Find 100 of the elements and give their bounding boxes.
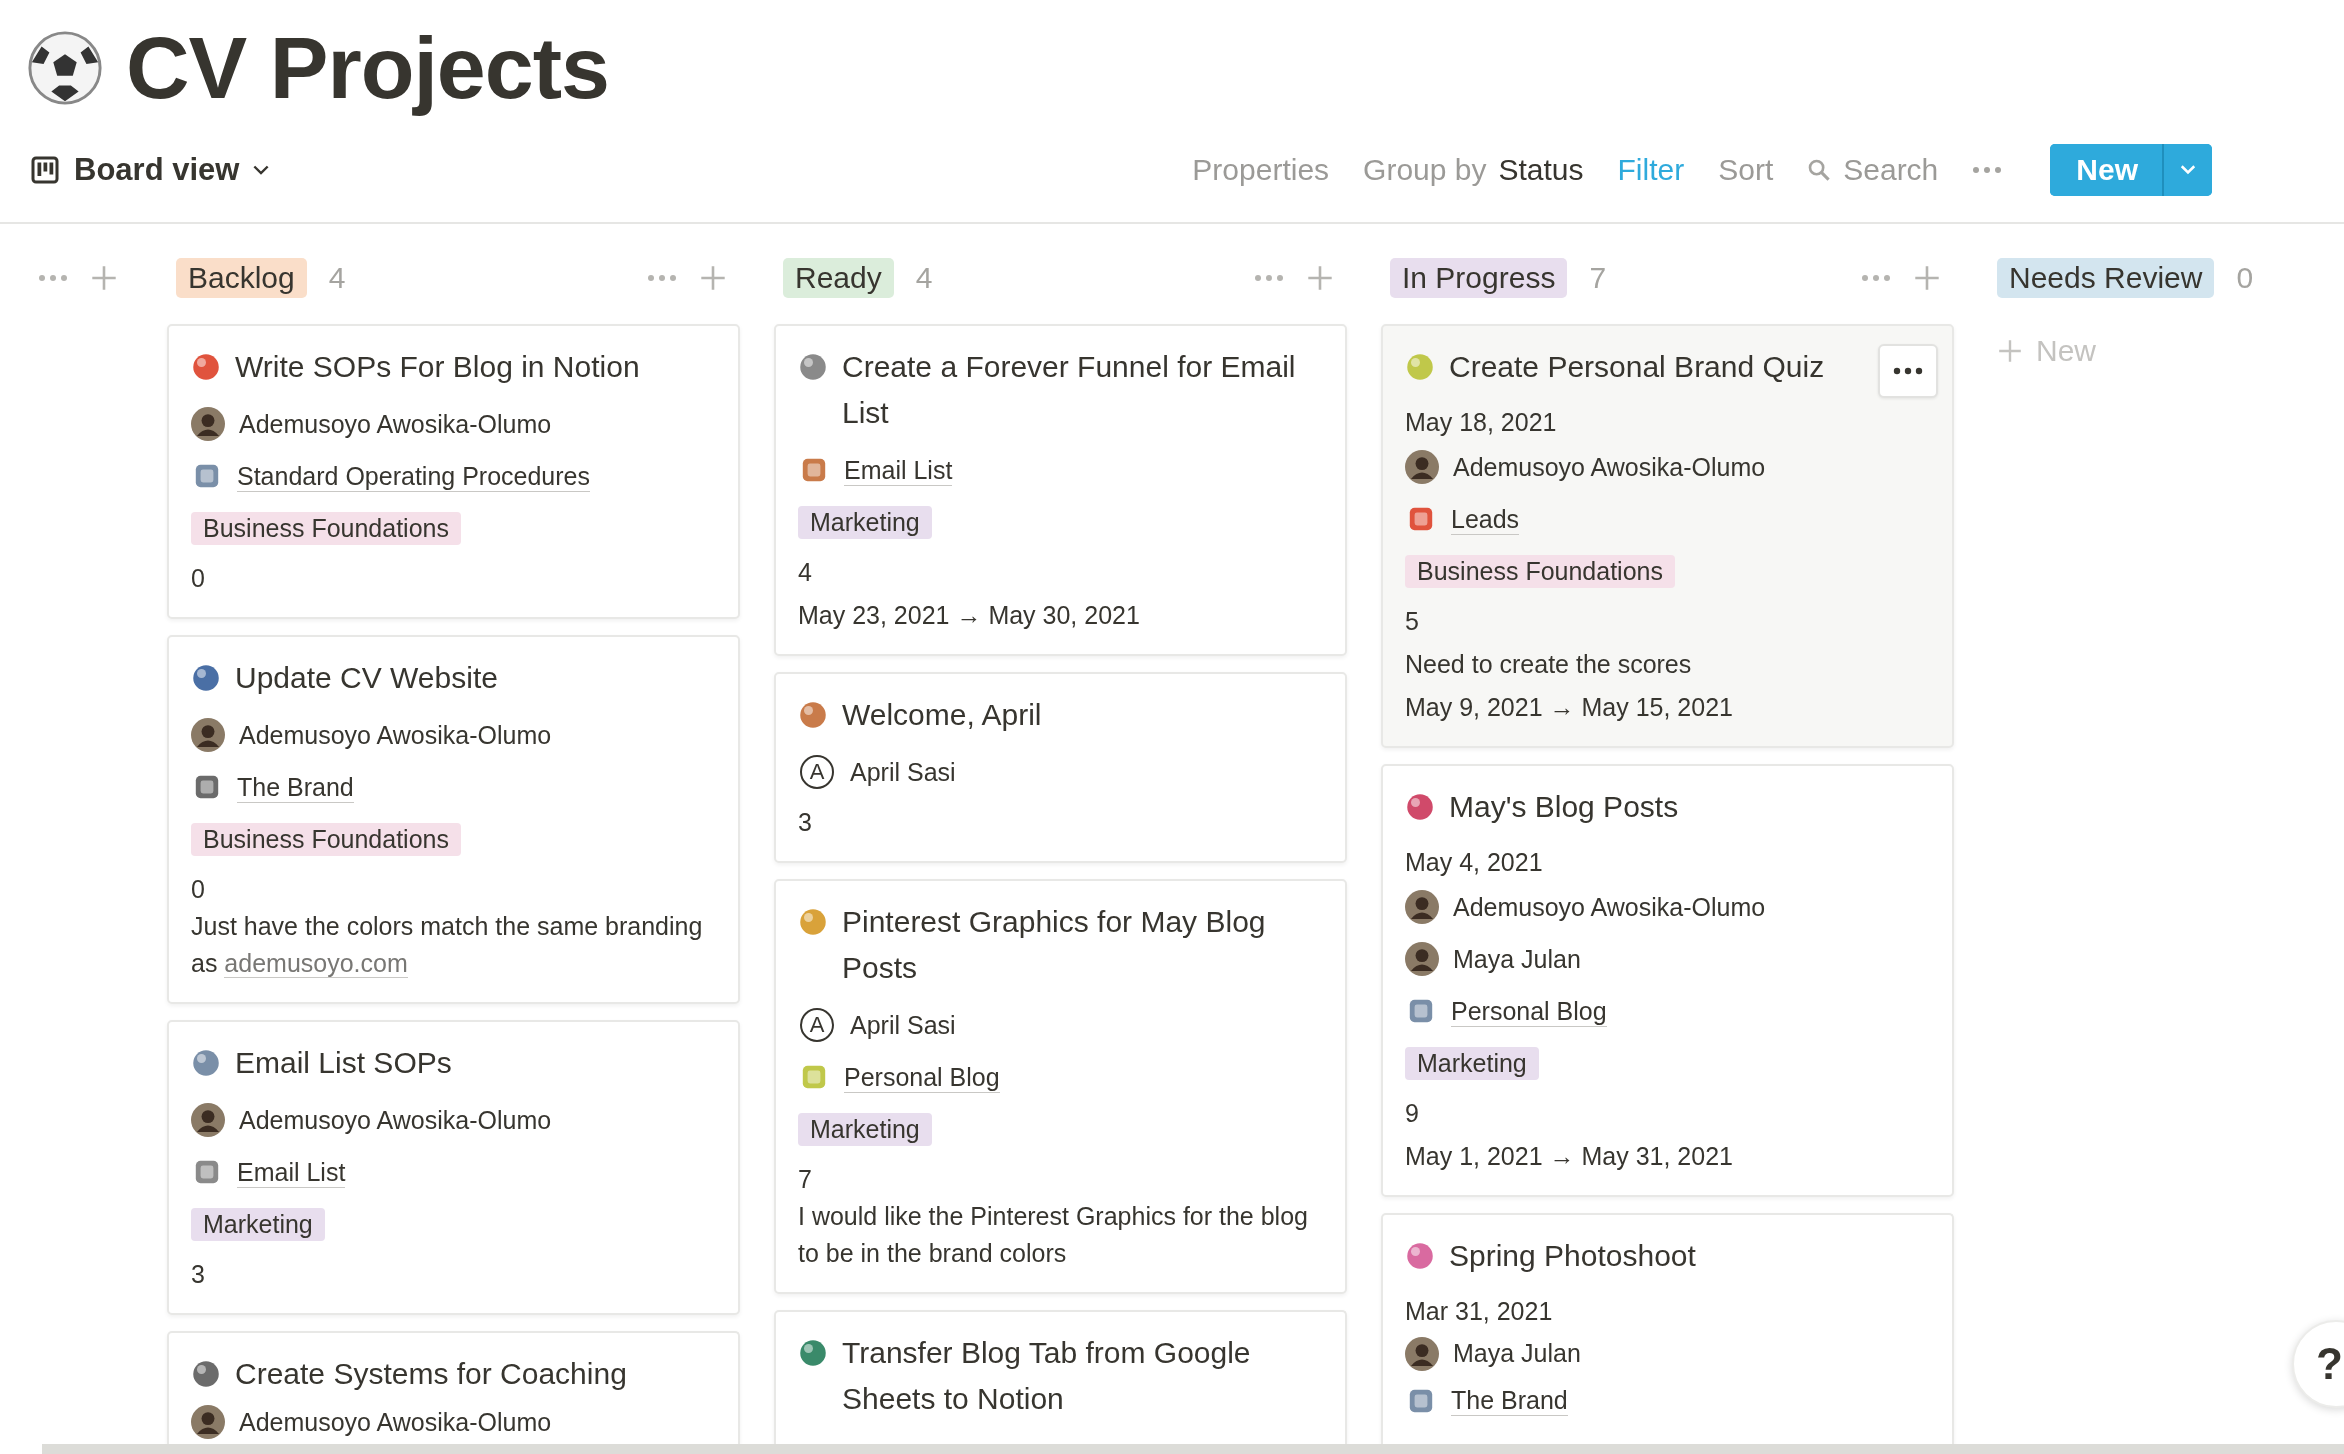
card-title: Transfer Blog Tab from Google Sheets to Notion — [842, 1335, 1252, 1417]
card-title: Create a Forever Funnel for Email List — [842, 349, 1297, 431]
card-count: 7 — [1589, 261, 1607, 295]
avatar-icon — [191, 718, 225, 752]
board-card[interactable]: Transfer Blog Tab from Google Sheets to Notion — [774, 1310, 1347, 1444]
new-options-button[interactable] — [2162, 144, 2212, 196]
more-icon[interactable] — [37, 274, 69, 282]
tag: Marketing — [1405, 1046, 1539, 1080]
relation-link[interactable]: Standard Operating Procedures — [237, 460, 590, 492]
person-name: Ademusoyo Awosika-Olumo — [239, 1105, 552, 1135]
card-count: 0 — [2236, 261, 2254, 295]
status-tag: Backlog — [176, 258, 307, 298]
more-icon[interactable] — [646, 274, 678, 282]
card-title: Spring Photoshoot — [1449, 1238, 1696, 1274]
board-card[interactable]: Email List SOPs Ademusoyo Awosika-Olumo Email List Marketing 3 — [167, 1020, 740, 1315]
relation-link[interactable]: Leads — [1451, 503, 1520, 535]
emoji-icon — [798, 700, 828, 730]
card-title: Welcome, April — [842, 697, 1042, 733]
person-name: Ademusoyo Awosika-Olumo — [239, 1407, 552, 1437]
property-value: 7 — [798, 1164, 813, 1195]
avatar-icon — [1405, 942, 1439, 976]
property-value: May 1, 2021 → May 31, 2021 — [1405, 1141, 1734, 1172]
avatar-initial: A — [800, 1008, 834, 1042]
avatar-icon — [191, 1405, 225, 1439]
card-title: Update CV Website — [235, 660, 498, 696]
property-value: 9 — [1405, 1098, 1420, 1129]
board-card[interactable]: Create a Forever Funnel for Email List Email List Marketing 4 May 23, 2021 → May 30, 2021 — [774, 324, 1347, 656]
help-button[interactable]: ? — [2292, 1320, 2344, 1408]
board-card[interactable]: Write SOPs For Blog in Notion Ademusoyo Awosika-Olumo Standard Operating Procedures Business Foundations 0 — [167, 324, 740, 619]
property-value: May 4, 2021 — [1405, 847, 1544, 878]
plus-icon[interactable] — [91, 265, 117, 291]
property-value: May 23, 2021 → May 30, 2021 — [798, 600, 1141, 631]
person-name: Maya Julan — [1453, 1339, 1581, 1368]
relation-link[interactable]: Personal Blog — [844, 1061, 1000, 1093]
person-name: April Sasi — [850, 757, 956, 787]
board-card[interactable]: Create Personal Brand Quiz May 18, 2021 Ademusoyo Awosika-Olumo Leads Business Foundations 5 Need to create the scores May 9, 2021 → May 15, 2021 — [1381, 324, 1954, 748]
relation-link[interactable]: The Brand — [237, 771, 354, 803]
plus-icon[interactable] — [1914, 265, 1940, 291]
avatar-icon — [1405, 450, 1439, 484]
property-value: 3 — [798, 807, 813, 838]
property-value: 5 — [1405, 606, 1420, 637]
person-name: Ademusoyo Awosika-Olumo — [1453, 892, 1766, 922]
more-icon[interactable] — [1253, 274, 1285, 282]
status-tag: In Progress — [1390, 258, 1568, 298]
avatar-icon — [191, 1103, 225, 1137]
card-menu-button[interactable] — [1878, 344, 1938, 398]
card-title: Email List SOPs — [235, 1045, 452, 1081]
relation-link[interactable]: Personal Blog — [1451, 995, 1607, 1027]
group-by-button[interactable]: Group by Status — [1363, 153, 1584, 187]
more-icon — [1893, 367, 1923, 375]
board-card[interactable]: Spring Photoshoot Mar 31, 2021 Maya Julan The Brand — [1381, 1213, 1954, 1444]
property-value: Need to create the scores — [1405, 649, 1693, 680]
person-name: Ademusoyo Awosika-Olumo — [239, 409, 552, 439]
card-title: May's Blog Posts — [1449, 789, 1679, 825]
emoji-icon — [798, 352, 828, 382]
board-card[interactable]: Update CV Website Ademusoyo Awosika-Olumo The Brand Business Foundations 0 Just have the colors match the same branding as ademusoyo.com — [167, 635, 740, 1004]
plus-icon — [1998, 339, 2022, 363]
scrollbar[interactable] — [42, 1444, 2344, 1454]
board-card[interactable]: May's Blog Posts May 4, 2021 Ademusoyo Awosika-Olumo Maya Julan Personal Blog Marketing 9 May 1, 2021 → May 31, 2021 — [1381, 764, 1954, 1197]
property-value: 0 — [191, 563, 206, 594]
tag: Marketing — [798, 1112, 932, 1146]
board-card[interactable]: Create Systems for Coaching Ademusoyo Awosika-Olumo — [167, 1331, 740, 1444]
board-card[interactable]: Pinterest Graphics for May Blog Posts A April Sasi Personal Blog Marketing 7 I would like the Pinterest Graphics for the blog to be in the brand colors — [774, 879, 1347, 1294]
soccer-ball-icon — [26, 29, 104, 107]
tag: Business Foundations — [1405, 554, 1675, 588]
card-note: Just have the colors match the same branding as ademusoyo.com — [191, 911, 704, 980]
avatar-initial: A — [800, 755, 834, 789]
card-title: Write SOPs For Blog in Notion — [235, 349, 640, 385]
status-tag: Needs Review — [1997, 258, 2215, 298]
avatar-icon — [1405, 1336, 1439, 1371]
website-link[interactable]: ademusoyo.com — [224, 949, 408, 978]
card-title: Create Systems for Coaching — [235, 1356, 627, 1392]
card-note: I would like the Pinterest Graphics for the blog to be in the brand colors — [798, 1201, 1309, 1269]
emoji-icon — [191, 352, 221, 382]
person-name: Maya Julan — [1453, 944, 1581, 974]
card-count: 4 — [328, 261, 346, 295]
chevron-down-icon — [2180, 165, 2196, 175]
property-value: May 18, 2021 — [1405, 407, 1558, 438]
emoji-icon — [1405, 792, 1435, 822]
property-value: Mar 31, 2021 — [1405, 1296, 1554, 1327]
more-icon[interactable] — [1972, 166, 2003, 174]
status-tag: Ready — [783, 258, 894, 298]
page-title: CV Projects — [126, 17, 609, 119]
relation-link[interactable]: Email List — [237, 1156, 346, 1188]
emoji-icon — [798, 1338, 828, 1368]
relation-link[interactable]: Email List — [844, 454, 953, 486]
person-name: April Sasi — [850, 1010, 956, 1040]
relation-link[interactable]: The Brand — [1451, 1385, 1568, 1416]
chevron-down-icon — [253, 164, 270, 176]
tag: Marketing — [798, 505, 932, 539]
view-switcher[interactable]: Board view — [30, 152, 270, 188]
plus-icon[interactable] — [1307, 265, 1333, 291]
board-card[interactable]: Welcome, April A April Sasi 3 — [774, 672, 1347, 863]
more-icon[interactable] — [1860, 274, 1892, 282]
avatar-icon — [191, 407, 225, 441]
card-title: Create Personal Brand Quiz — [1449, 349, 1825, 385]
plus-icon[interactable] — [700, 265, 726, 291]
property-value: 3 — [191, 1259, 206, 1290]
board-icon — [30, 155, 60, 185]
person-name: Ademusoyo Awosika-Olumo — [1453, 452, 1766, 482]
